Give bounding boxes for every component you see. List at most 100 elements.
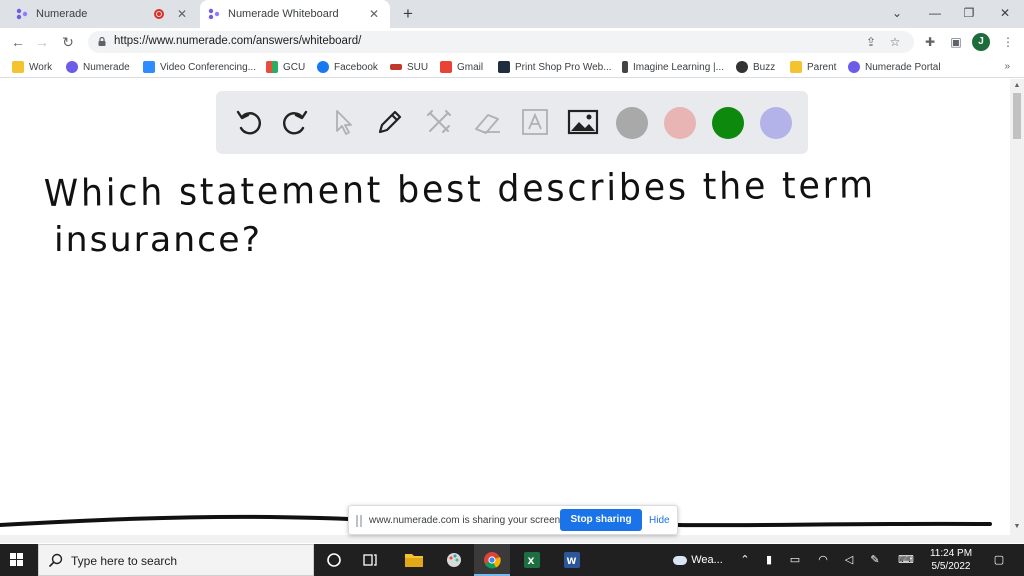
pen-icon[interactable] [373, 105, 407, 139]
weather-widget[interactable]: Wea... [668, 544, 728, 576]
battery-icon[interactable]: ▭ [786, 544, 804, 576]
forward-button[interactable]: → [32, 32, 52, 52]
search-placeholder: Type here to search [71, 554, 178, 568]
color-pink-swatch[interactable] [664, 107, 696, 139]
tools-icon[interactable] [422, 105, 456, 139]
tab-numerade-whiteboard[interactable]: Numerade Whiteboard ✕ [200, 0, 390, 28]
numerade-icon [848, 61, 860, 73]
bookmark-imagine-learning[interactable]: Imagine Learning |... [622, 60, 724, 74]
word-icon[interactable]: W [554, 544, 590, 576]
tab-title: Numerade Whiteboard [228, 8, 339, 20]
bookmark-numerade[interactable]: Numerade [66, 60, 130, 74]
recording-icon [154, 9, 164, 19]
scroll-down-icon[interactable]: ▼ [1013, 523, 1021, 531]
facebook-icon [317, 61, 329, 73]
bookmark-numerade-portal[interactable]: Numerade Portal [848, 60, 941, 74]
bookmark-facebook[interactable]: Facebook [317, 60, 378, 74]
horizontal-scrollbar[interactable] [0, 535, 1024, 543]
color-green-swatch[interactable] [712, 107, 744, 139]
pointer-icon[interactable] [326, 105, 360, 139]
vertical-scrollbar[interactable]: ▲ ▼ [1010, 79, 1024, 535]
weather-icon [673, 555, 688, 565]
menu-icon[interactable]: ⋮ [998, 32, 1018, 52]
bookmark-parent[interactable]: Parent [790, 60, 836, 74]
bookmark-work[interactable]: Work [12, 60, 52, 74]
back-button[interactable]: ← [8, 32, 28, 52]
folder-icon [12, 61, 24, 73]
text-icon[interactable] [518, 105, 552, 139]
pen-tray-icon[interactable]: ✎ [866, 544, 884, 576]
bookmark-video-conferencing[interactable]: Video Conferencing... [143, 60, 256, 74]
browser-toolbar: ← → ↻ https://www.numerade.com/answers/w… [0, 28, 1024, 56]
cortana-icon[interactable] [316, 544, 352, 576]
share-icon[interactable]: ⇪ [862, 33, 880, 51]
bookmark-gcu[interactable]: GCU [266, 60, 305, 74]
share-message: www.numerade.com is sharing your screen. [369, 515, 563, 526]
windows-start-icon[interactable] [10, 553, 24, 567]
image-icon[interactable] [566, 105, 600, 139]
tab-title: Numerade [36, 8, 88, 20]
url-text: https://www.numerade.com/answers/whitebo… [114, 35, 362, 47]
minimize-button[interactable]: — [920, 2, 950, 24]
whiteboard-canvas[interactable]: Which statement best describes the term … [0, 79, 1010, 535]
drag-handle-icon[interactable] [356, 515, 362, 527]
handwritten-line-1: Which statement best describes the term [44, 163, 876, 215]
video-icon [143, 61, 155, 73]
numerade-icon [16, 8, 28, 20]
print-icon [498, 61, 510, 73]
keyboard-icon[interactable]: ⌨ [896, 544, 916, 576]
whiteboard-toolbar [216, 91, 808, 154]
excel-icon[interactable]: X [514, 544, 550, 576]
bookmark-buzz[interactable]: Buzz [736, 60, 775, 74]
chrome-icon[interactable] [474, 544, 510, 576]
new-tab-button[interactable]: + [398, 4, 418, 24]
bookmark-suu[interactable]: SUU [390, 60, 428, 74]
tab-strip: Numerade ✕ Numerade Whiteboard ✕ + ⌄ — ❐… [0, 0, 1024, 28]
star-icon[interactable]: ☆ [886, 33, 904, 51]
taskbar-search-box[interactable]: Type here to search [38, 544, 314, 576]
avatar[interactable]: J [972, 33, 990, 51]
search-icon [49, 553, 63, 567]
chevron-right-icon[interactable]: » [1004, 61, 1010, 72]
side-panel-icon[interactable]: ▣ [946, 32, 966, 52]
stop-sharing-button[interactable]: Stop sharing [560, 509, 642, 531]
usb-icon[interactable]: ▮ [760, 544, 778, 576]
file-explorer-icon[interactable] [396, 544, 432, 576]
redo-icon[interactable] [278, 105, 312, 139]
color-gray-swatch[interactable] [616, 107, 648, 139]
buzz-icon [736, 61, 748, 73]
chevron-up-icon[interactable]: ⌃ [736, 544, 754, 576]
scrollbar-thumb[interactable] [1013, 93, 1021, 139]
notifications-icon[interactable]: ▢ [990, 544, 1008, 576]
paint-icon[interactable] [436, 544, 472, 576]
wifi-icon[interactable]: ◠ [814, 544, 832, 576]
color-lavender-swatch[interactable] [760, 107, 792, 139]
system-clock[interactable]: 11:24 PM 5/5/2022 [920, 547, 982, 573]
bookmark-gmail[interactable]: Gmail [440, 60, 483, 74]
restore-button[interactable]: ❐ [954, 2, 984, 24]
taskbar: Type here to search X W Wea... ⌃ ▮ ▭ ◠ ◁ [0, 544, 1024, 576]
address-bar[interactable]: https://www.numerade.com/answers/whitebo… [88, 31, 914, 53]
chevron-down-icon[interactable]: ⌄ [882, 2, 912, 24]
numerade-icon [66, 61, 78, 73]
reload-button[interactable]: ↻ [58, 32, 78, 52]
bookmark-print-shop[interactable]: Print Shop Pro Web... [498, 60, 612, 74]
eraser-icon[interactable] [470, 105, 504, 139]
close-icon[interactable]: ✕ [174, 6, 190, 22]
clock-time: 11:24 PM [929, 548, 973, 559]
close-icon[interactable]: ✕ [366, 6, 382, 22]
svg-text:W: W [567, 557, 577, 567]
lock-icon [98, 37, 106, 46]
scroll-up-icon[interactable]: ▲ [1013, 82, 1021, 90]
hide-button[interactable]: Hide [649, 515, 670, 526]
volume-icon[interactable]: ◁ [840, 544, 858, 576]
extensions-icon[interactable]: ✚ [920, 32, 940, 52]
screen: Numerade ✕ Numerade Whiteboard ✕ + ⌄ — ❐… [0, 0, 1024, 576]
task-view-icon[interactable] [352, 544, 388, 576]
clock-date: 5/5/2022 [931, 561, 971, 572]
suu-icon [390, 64, 402, 70]
folder-icon [790, 61, 802, 73]
undo-icon[interactable] [232, 105, 266, 139]
close-window-button[interactable]: ✕ [990, 2, 1020, 24]
tab-numerade[interactable]: Numerade ✕ [8, 0, 198, 28]
